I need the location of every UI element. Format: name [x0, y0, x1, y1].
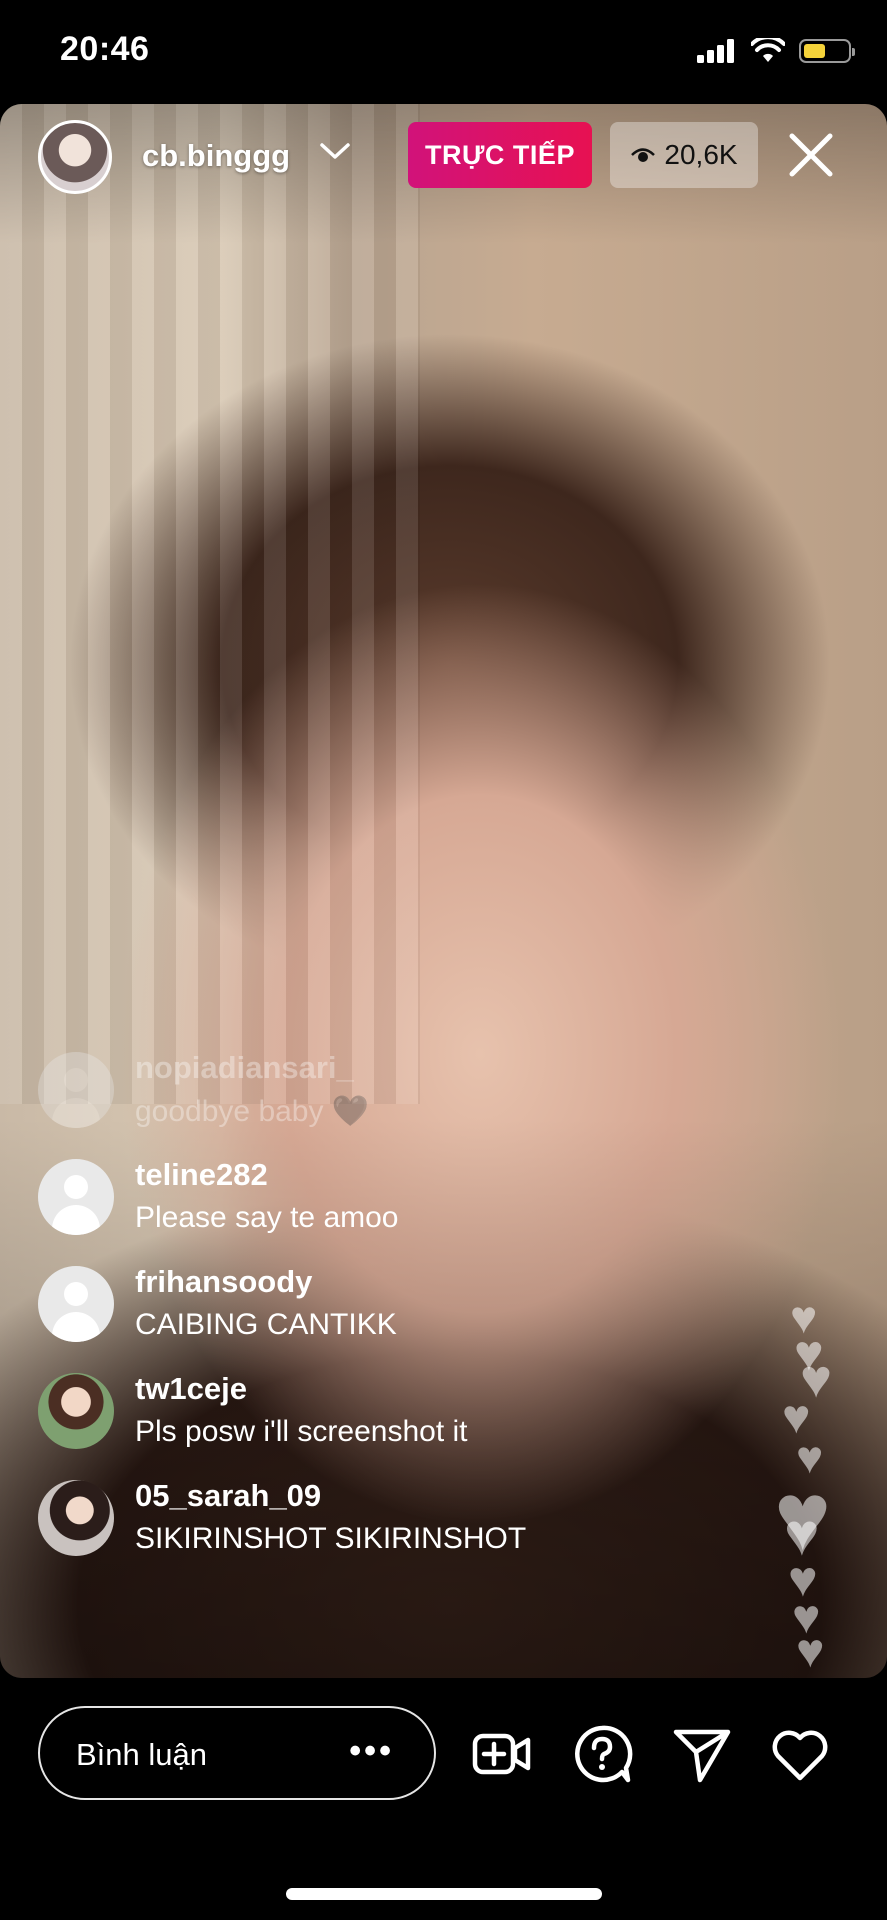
add-video-icon[interactable] [470, 1722, 534, 1786]
eye-icon [631, 148, 656, 162]
comment-text: CAIBING CANTIKK [135, 1308, 397, 1341]
avatar[interactable] [38, 1052, 114, 1128]
home-indicator[interactable] [286, 1888, 602, 1900]
comment-item[interactable]: frihansoody CAIBING CANTIKK [38, 1260, 718, 1367]
battery-icon [799, 39, 855, 63]
viewer-count: 20,6K [664, 139, 738, 170]
chevron-down-icon[interactable] [318, 140, 352, 162]
cellular-signal-icon [697, 39, 734, 63]
comment-text: SIKIRINSHOT SIKIRINSHOT [135, 1522, 527, 1555]
heart-icon: ♥ [796, 1625, 825, 1678]
status-bar: 20:46 [0, 0, 887, 104]
comment-item[interactable]: nopiadiansari_ goodbye baby 🖤 [38, 1046, 718, 1153]
comment-list: nopiadiansari_ goodbye baby 🖤 teline282 … [38, 1046, 718, 1581]
comment-username[interactable]: tw1ceje [135, 1371, 247, 1407]
battery-level-fill [804, 44, 825, 58]
viewer-count-badge[interactable]: 20,6K [610, 122, 758, 188]
comment-item[interactable]: teline282 Please say te amoo [38, 1153, 718, 1260]
comment-username[interactable]: 05_sarah_09 [135, 1478, 321, 1514]
background-curtain [0, 104, 420, 1104]
comment-username[interactable]: frihansoody [135, 1264, 312, 1300]
avatar[interactable] [38, 1159, 114, 1235]
comment-input[interactable]: Bình luận ••• [38, 1706, 436, 1800]
comment-placeholder: Bình luận [76, 1737, 207, 1772]
status-icons [697, 38, 855, 64]
comment-text: Please say te amoo [135, 1201, 399, 1234]
comment-text: goodbye baby 🖤 [135, 1095, 370, 1128]
host-avatar[interactable] [38, 120, 112, 194]
avatar[interactable] [38, 1373, 114, 1449]
live-badge: TRỰC TIẾP [408, 122, 592, 188]
send-icon[interactable] [670, 1722, 734, 1786]
comment-username[interactable]: nopiadiansari_ [135, 1050, 354, 1086]
avatar[interactable] [38, 1480, 114, 1556]
heart-icon[interactable] [768, 1722, 832, 1786]
question-icon[interactable] [570, 1722, 634, 1786]
close-icon[interactable] [782, 126, 840, 184]
comment-username[interactable]: teline282 [135, 1157, 268, 1193]
avatar[interactable] [38, 1266, 114, 1342]
wifi-icon [751, 38, 785, 62]
status-time: 20:46 [60, 30, 150, 68]
floating-hearts: ♥ ♥ ♥ ♥ ♥ ♥ ♥ ♥ ♥ ♥ [770, 1290, 880, 1690]
comment-item[interactable]: tw1ceje Pls posw i'll screenshot it [38, 1367, 718, 1474]
comment-item[interactable]: 05_sarah_09 SIKIRINSHOT SIKIRINSHOT [38, 1474, 718, 1581]
comment-text: Pls posw i'll screenshot it [135, 1415, 468, 1448]
more-options-button[interactable]: ••• [349, 1732, 394, 1771]
host-username[interactable]: cb.binggg [142, 138, 290, 174]
